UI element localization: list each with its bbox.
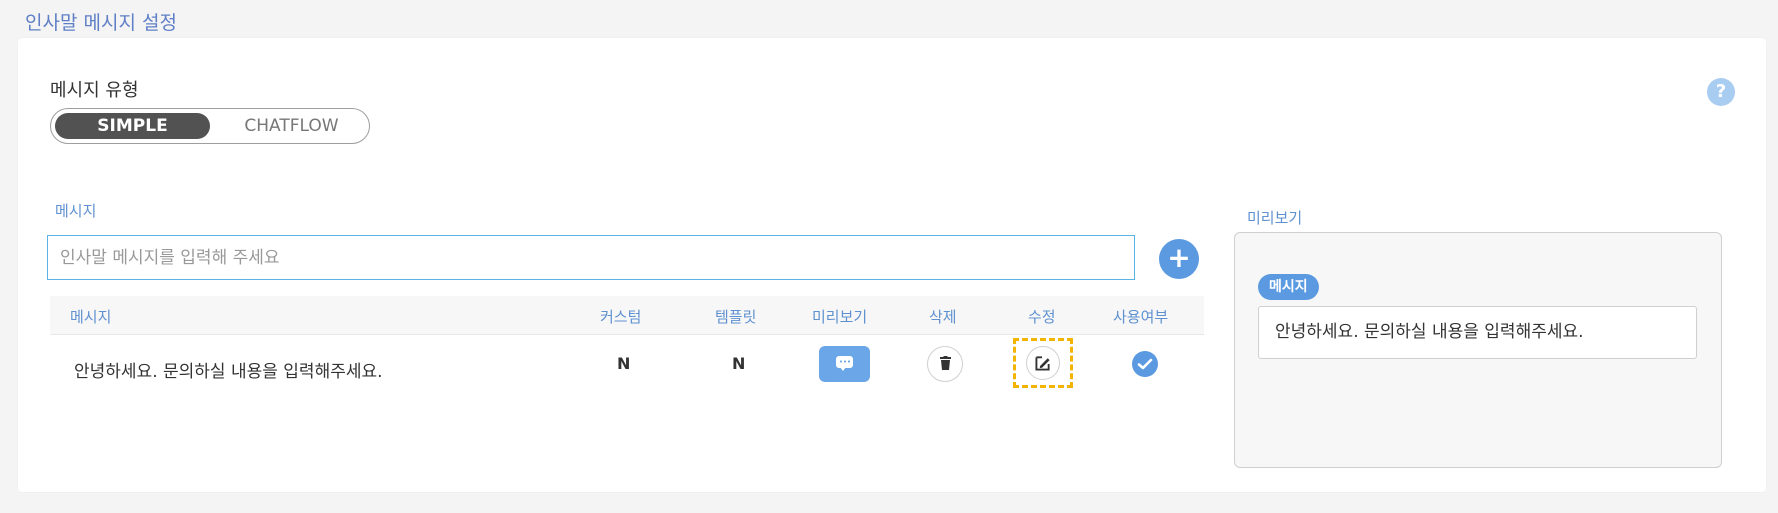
message-input-label: 메시지	[55, 202, 97, 220]
edit-icon	[1035, 356, 1050, 371]
message-table-header: 메시지 커스텀 템플릿 미리보기 삭제 수정 사용여부	[50, 296, 1204, 335]
preview-label: 미리보기	[1247, 209, 1303, 227]
trash-icon	[940, 356, 951, 370]
add-message-button[interactable]: +	[1159, 239, 1199, 279]
message-type-label: 메시지 유형	[50, 80, 139, 101]
message-input[interactable]	[47, 235, 1135, 280]
help-icon[interactable]: ?	[1707, 78, 1735, 106]
toggle-chatflow[interactable]: CHATFLOW	[219, 113, 364, 139]
page-title: 인사말 메시지 설정	[25, 12, 177, 34]
preview-message: 안녕하세요. 문의하실 내용을 입력해주세요.	[1258, 306, 1697, 359]
column-header-template: 템플릿	[715, 308, 757, 326]
row-enabled-toggle[interactable]	[1132, 351, 1158, 377]
column-header-edit: 수정	[1028, 308, 1056, 326]
row-delete-button[interactable]	[927, 346, 963, 382]
preview-badge: 메시지	[1258, 274, 1319, 300]
column-header-message: 메시지	[70, 308, 112, 326]
column-header-enabled: 사용여부	[1113, 308, 1169, 326]
row-message-text: 안녕하세요. 문의하실 내용을 입력해주세요.	[74, 362, 383, 382]
row-preview-button[interactable]	[819, 346, 870, 382]
column-header-preview: 미리보기	[812, 308, 868, 326]
toggle-simple[interactable]: SIMPLE	[55, 113, 210, 139]
row-custom-value: N	[617, 354, 631, 373]
message-type-toggle[interactable]: SIMPLE CHATFLOW	[50, 108, 370, 144]
column-header-custom: 커스텀	[600, 308, 642, 326]
edit-highlight-frame	[1013, 338, 1073, 388]
row-edit-button[interactable]	[1026, 346, 1060, 380]
chat-bubble-icon	[836, 356, 853, 371]
check-circle-icon	[1137, 358, 1153, 370]
row-template-value: N	[732, 354, 746, 373]
column-header-delete: 삭제	[929, 308, 957, 326]
